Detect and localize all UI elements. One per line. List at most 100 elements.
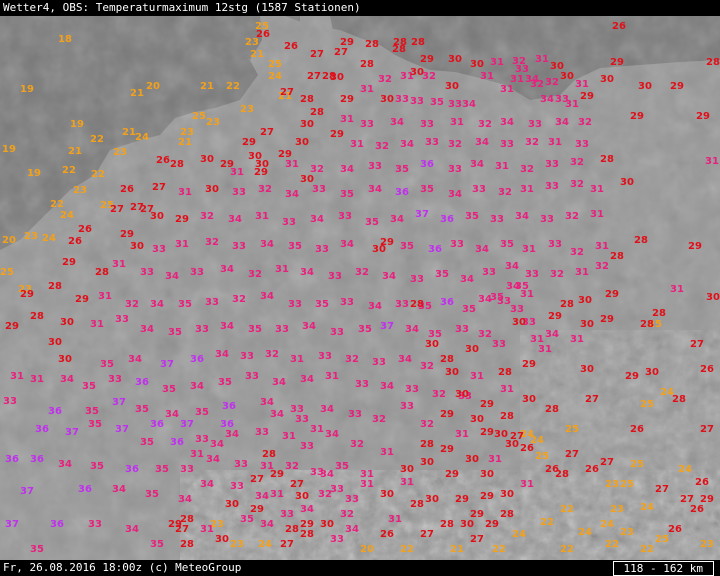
station-value: 34 <box>228 214 242 225</box>
station-value: 22 <box>560 544 574 555</box>
station-value: 34 <box>470 159 484 170</box>
station-value: 32 <box>550 269 564 280</box>
station-value: 22 <box>62 165 76 176</box>
station-value: 32 <box>350 439 364 450</box>
station-value: 27 <box>250 474 264 485</box>
station-value: 30 <box>200 154 214 165</box>
station-value: 35 <box>162 384 176 395</box>
station-value: 36 <box>222 401 236 412</box>
station-value: 28 <box>555 469 569 480</box>
station-value: 25 <box>655 534 669 545</box>
station-value: 31 <box>282 431 296 442</box>
station-value: 34 <box>555 117 569 128</box>
station-value: 29 <box>455 494 469 505</box>
station-value: 28 <box>410 499 424 510</box>
station-value: 29 <box>380 237 394 248</box>
station-value: 33 <box>340 297 354 308</box>
station-value: 30 <box>60 317 74 328</box>
station-value: 32 <box>420 419 434 430</box>
station-value: 24 <box>135 132 149 143</box>
station-value: 33 <box>328 271 342 282</box>
station-value: 20 <box>2 235 16 246</box>
station-value: 36 <box>5 454 19 465</box>
station-value: 30 <box>470 414 484 425</box>
station-value: 30 <box>320 519 334 530</box>
station-value: 25 <box>535 451 549 462</box>
station-value: 30 <box>48 337 62 348</box>
station-value: 23 <box>113 147 127 158</box>
station-value: 34 <box>270 409 284 420</box>
station-value: 37 <box>380 321 394 332</box>
station-value: 35 <box>168 327 182 338</box>
station-value: 36 <box>48 406 62 417</box>
station-value: 19 <box>2 144 16 155</box>
station-value: 22 <box>400 544 414 555</box>
station-value: 36 <box>440 214 454 225</box>
station-value: 20 <box>146 81 160 92</box>
station-value: 33 <box>234 459 248 470</box>
station-value: 34 <box>525 74 539 85</box>
station-value: 34 <box>140 324 154 335</box>
station-value: 27 <box>152 182 166 193</box>
station-value: 34 <box>390 117 404 128</box>
station-value: 33 <box>448 164 462 175</box>
station-value: 22 <box>640 544 654 555</box>
station-value: 35 <box>90 461 104 472</box>
station-value: 32 <box>525 137 539 148</box>
station-value: 27 <box>260 127 274 138</box>
station-value: 31 <box>565 99 579 110</box>
station-value: 31 <box>230 167 244 178</box>
station-value: 32 <box>570 247 584 258</box>
station-value: 28 <box>300 529 314 540</box>
station-value: 33 <box>448 99 462 110</box>
station-value: 35 <box>465 211 479 222</box>
station-value: 35 <box>155 464 169 475</box>
station-value: 30 <box>295 137 309 148</box>
station-value: 31 <box>522 244 536 255</box>
station-value: 35 <box>462 304 476 315</box>
station-value: 30 <box>255 159 269 170</box>
station-value: 28 <box>48 281 62 292</box>
weather-map: 18 19 21 20 21 22 19 22 21 24 19 21 23 19 22 23 22 22 24 25… <box>0 0 720 576</box>
station-value: 22 <box>560 504 574 515</box>
station-value: 28 <box>411 37 425 48</box>
station-value: 33 <box>410 274 424 285</box>
station-value: 29 <box>688 241 702 252</box>
station-value: 34 <box>500 117 514 128</box>
station-value: 30 <box>465 454 479 465</box>
station-value: 26 <box>700 364 714 375</box>
station-value: 36 <box>30 454 44 465</box>
station-value: 34 <box>302 321 316 332</box>
station-value: 33 <box>348 409 362 420</box>
station-value: 33 <box>455 324 469 335</box>
station-value: 30 <box>380 489 394 500</box>
station-value: 37 <box>115 424 129 435</box>
station-value: 35 <box>435 269 449 280</box>
station-value: 33 <box>190 267 204 278</box>
station-value: 30 <box>205 184 219 195</box>
station-value: 36 <box>428 244 442 255</box>
station-value: 29 <box>420 54 434 65</box>
station-value: 33 <box>195 434 209 445</box>
station-value: 24 <box>42 233 56 244</box>
station-value: 34 <box>300 374 314 385</box>
station-value: 21 <box>200 81 214 92</box>
station-value: 26 <box>520 443 534 454</box>
station-value: 31 <box>10 371 24 382</box>
station-value: 32 <box>478 329 492 340</box>
station-value: 32 <box>570 157 584 168</box>
station-value: 34 <box>178 494 192 505</box>
station-value: 33 <box>245 371 259 382</box>
station-value: 29 <box>580 91 594 102</box>
station-value: 33 <box>338 211 352 222</box>
station-value: 33 <box>140 267 154 278</box>
station-value: 31 <box>510 74 524 85</box>
timestamp-label: Fr, 26.08.2016 18:00z (c) MeteoGroup <box>3 561 242 574</box>
station-value: 30 <box>425 494 439 505</box>
station-value: 33 <box>400 401 414 412</box>
station-value: 35 <box>82 381 96 392</box>
station-value: 34 <box>382 271 396 282</box>
station-value: 23 <box>240 104 254 115</box>
station-value: 27 <box>334 47 348 58</box>
station-value: 34 <box>320 469 334 480</box>
